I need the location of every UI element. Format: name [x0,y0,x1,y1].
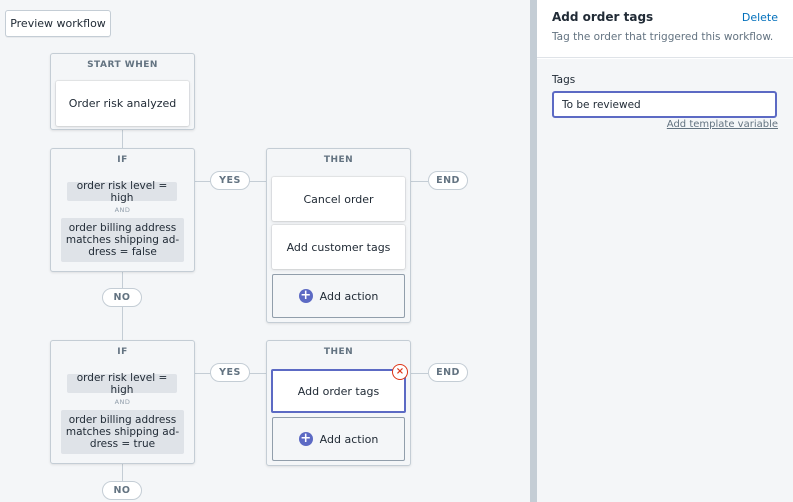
if-header: IF [117,155,128,165]
then-card-1: THEN Cancel order Add customer tags + Ad… [266,148,411,323]
plus-icon: + [298,288,313,303]
action-add-customer-tags[interactable]: Add customer tags [272,225,405,269]
workflow-canvas: Preview workflow START WHEN Order risk a… [0,0,530,502]
no-label-2: NO [102,481,142,500]
start-when-header: START WHEN [87,60,158,70]
panel-title: Add order tags [552,10,654,24]
and-joiner: AND [114,206,131,214]
add-action-label: Add action [319,432,379,446]
add-template-variable-link[interactable]: Add template variable [667,119,778,130]
end-label-2: END [428,363,468,382]
delete-action-link[interactable]: Delete [742,11,778,24]
condition-billing-address[interactable]: order billing address matches shipping a… [61,410,184,454]
end-label-1: END [428,171,468,190]
add-action-label: Add action [319,289,379,303]
connector-end-2 [410,373,428,374]
yes-label-1: YES [210,171,250,190]
no-label-1: NO [102,288,142,307]
add-action-button-1[interactable]: + Add action [272,274,405,318]
plus-icon: + [298,431,313,446]
and-joiner: AND [114,398,131,406]
action-settings-panel: Add order tags Delete Tag the order that… [537,0,793,502]
trigger-order-risk-analyzed[interactable]: Order risk analyzed [56,81,189,126]
connector-end-1 [410,181,428,182]
then-card-2: THEN Add order tags + Add action [266,340,411,466]
condition-risk-level[interactable]: order risk level = high [67,372,177,396]
then-header: THEN [323,347,354,357]
panel-resize-divider[interactable] [530,0,537,502]
action-cancel-order[interactable]: Cancel order [272,177,405,221]
connector-if-no-2 [122,464,123,481]
if-header: IF [117,347,128,357]
panel-body: Tags Add template variable [537,59,793,502]
remove-action-close-icon[interactable]: × [392,364,408,380]
panel-description: Tag the order that triggered this workfl… [552,31,774,43]
if-card-2: IF order risk level = high AND order bil… [50,340,195,464]
add-action-button-2[interactable]: + Add action [272,417,405,461]
start-when-card: START WHEN Order risk analyzed [50,53,195,130]
condition-risk-level[interactable]: order risk level = high [67,180,177,204]
action-add-order-tags[interactable]: Add order tags [271,369,406,413]
preview-workflow-button[interactable]: Preview workflow [5,10,111,37]
then-header: THEN [323,155,354,165]
condition-billing-address[interactable]: order billing address matches shipping a… [61,218,184,262]
tags-label: Tags [552,74,576,86]
tags-input[interactable] [552,91,777,118]
yes-label-2: YES [210,363,250,382]
connector-if-no-1 [122,272,123,288]
if-card-1: IF order risk level = high AND order bil… [50,148,195,272]
connector-no-if-2 [122,307,123,340]
panel-header: Add order tags Delete Tag the order that… [537,0,793,58]
connector-start-if [122,130,123,148]
